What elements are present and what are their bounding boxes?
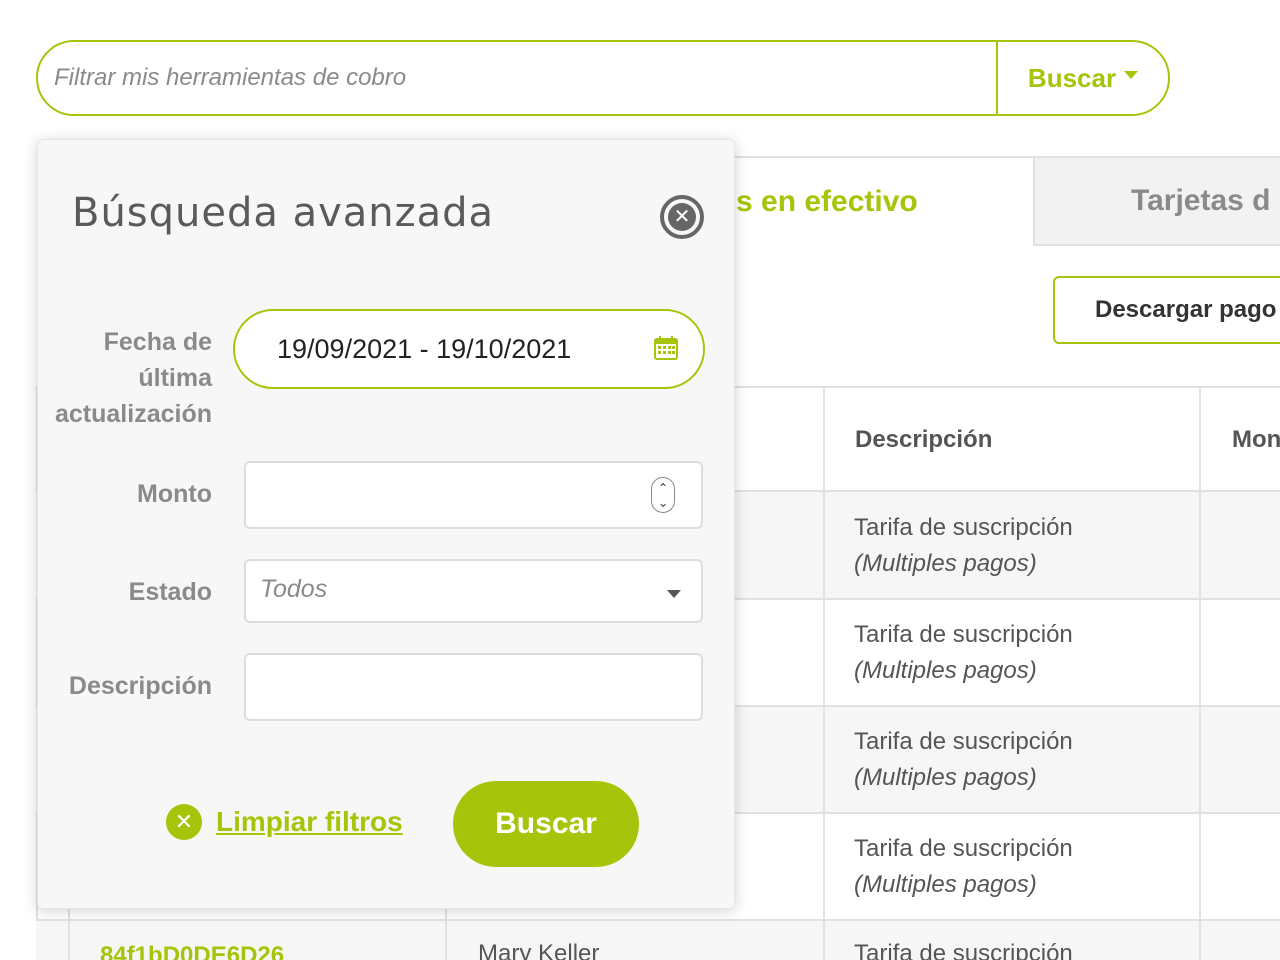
tab-label: s en efectivo (736, 185, 918, 218)
date-range-field[interactable]: 19/09/2021 - 19/10/2021 (233, 309, 705, 389)
date-label-line: última (138, 364, 212, 392)
amount-field[interactable]: ⌃ ⌃ (244, 461, 703, 529)
caret-down-icon (667, 590, 681, 598)
search-bar: Buscar (36, 40, 1170, 116)
download-button-label: Descargar pago (1095, 296, 1277, 323)
cell-customer-name: Mary Keller (478, 940, 600, 960)
description-text: Tarifa de suscripción (854, 835, 1073, 862)
tab-cash-payments[interactable]: s en efectivo (700, 158, 1033, 246)
date-label: Fecha de última actualización (55, 324, 212, 432)
chevron-down-icon[interactable]: ⌃ (658, 495, 668, 509)
description-text: Tarifa de suscripción (854, 728, 1073, 755)
column-divider (1199, 386, 1201, 960)
tab-label: Tarjetas d (1131, 184, 1271, 217)
description-text: Tarifa de suscripción (854, 940, 1073, 960)
payment-id-link[interactable]: 84f1bD0DE6D26 (100, 942, 284, 960)
status-select[interactable]: Todos (244, 559, 703, 623)
close-icon[interactable]: ✕ (660, 195, 704, 239)
amount-label: Monto (137, 480, 212, 508)
calendar-icon[interactable] (653, 335, 679, 361)
description-text: Tarifa de suscripción (854, 514, 1073, 541)
cell-description: Tarifa de suscripción (854, 936, 1073, 960)
description-sub: (Multiples pagos) (854, 550, 1037, 577)
description-label: Descripción (68, 672, 212, 700)
date-label-line: actualización (55, 400, 212, 428)
description-sub: (Multiples pagos) (854, 871, 1037, 898)
panel-search-label: Buscar (495, 807, 597, 840)
search-dropdown-button[interactable]: Buscar (998, 42, 1168, 114)
column-header-amount[interactable]: Mon (1232, 426, 1280, 454)
close-icon-glyph: ✕ (668, 203, 696, 231)
search-input[interactable] (38, 42, 996, 114)
advanced-search-panel: Búsqueda avanzada ✕ Fecha de última actu… (37, 139, 735, 909)
cell-description: Tarifa de suscripción (Multiples pagos) (854, 831, 1073, 903)
description-sub: (Multiples pagos) (854, 764, 1037, 791)
column-header-description[interactable]: Descripción (855, 426, 992, 454)
date-range-value: 19/09/2021 - 19/10/2021 (277, 333, 572, 364)
description-sub: (Multiples pagos) (854, 657, 1037, 684)
amount-stepper[interactable]: ⌃ ⌃ (651, 477, 675, 513)
cell-description: Tarifa de suscripción (Multiples pagos) (854, 617, 1073, 689)
column-divider (823, 386, 825, 960)
cell-description: Tarifa de suscripción (Multiples pagos) (854, 510, 1073, 582)
caret-down-icon (1124, 71, 1139, 79)
clear-icon: ✕ (166, 804, 202, 840)
panel-title: Búsqueda avanzada (72, 190, 495, 236)
status-select-value: Todos (260, 575, 328, 603)
description-text: Tarifa de suscripción (854, 621, 1073, 648)
page: Buscar s en efectivo Tarjetas d Descarga… (0, 0, 1280, 960)
tab-cards[interactable]: Tarjetas d (1033, 156, 1280, 246)
panel-search-button[interactable]: Buscar (453, 781, 639, 867)
search-button-label: Buscar (1027, 62, 1117, 93)
chevron-up-icon[interactable]: ⌃ (658, 481, 668, 495)
status-label: Estado (128, 578, 212, 606)
clear-filters-label: Limpiar filtros (216, 806, 403, 837)
description-field[interactable] (244, 653, 703, 721)
clear-filters-link[interactable]: ✕ Limpiar filtros (166, 804, 403, 840)
date-label-line: Fecha de (103, 328, 212, 356)
download-payments-button[interactable]: Descargar pago (1053, 276, 1280, 344)
cell-description: Tarifa de suscripción (Multiples pagos) (854, 724, 1073, 796)
